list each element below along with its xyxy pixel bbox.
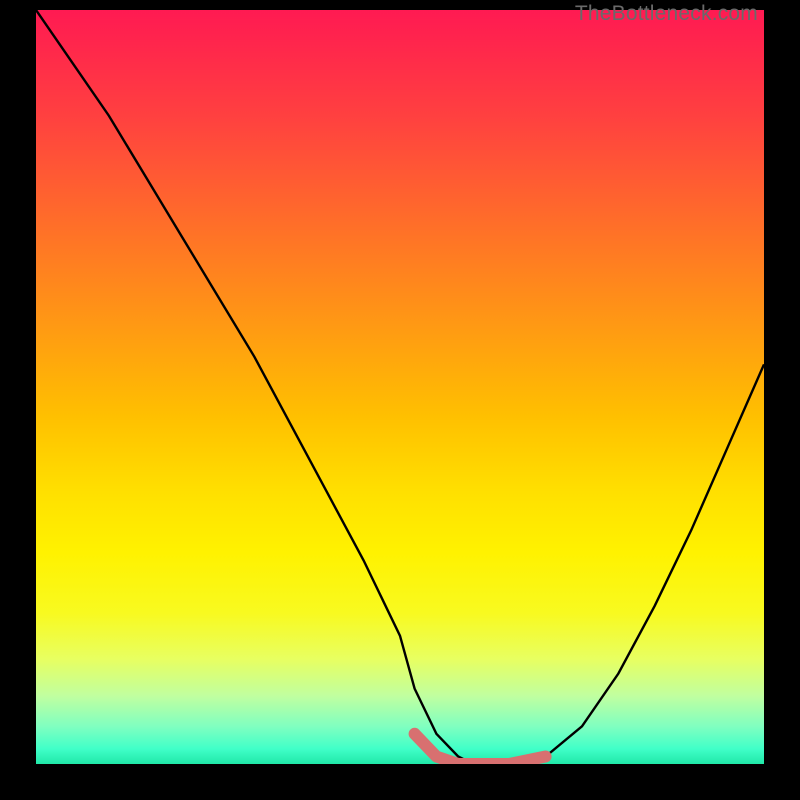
watermark-text: TheBottleneck.com: [575, 2, 758, 26]
accent-path: [415, 734, 546, 764]
chart-canvas: TheBottleneck.com: [0, 0, 800, 800]
series-curve: [36, 10, 764, 764]
series-bottom-accent: [415, 734, 546, 764]
plot-area: [36, 10, 764, 764]
curve-layer: [36, 10, 764, 764]
curve-path: [36, 10, 764, 764]
